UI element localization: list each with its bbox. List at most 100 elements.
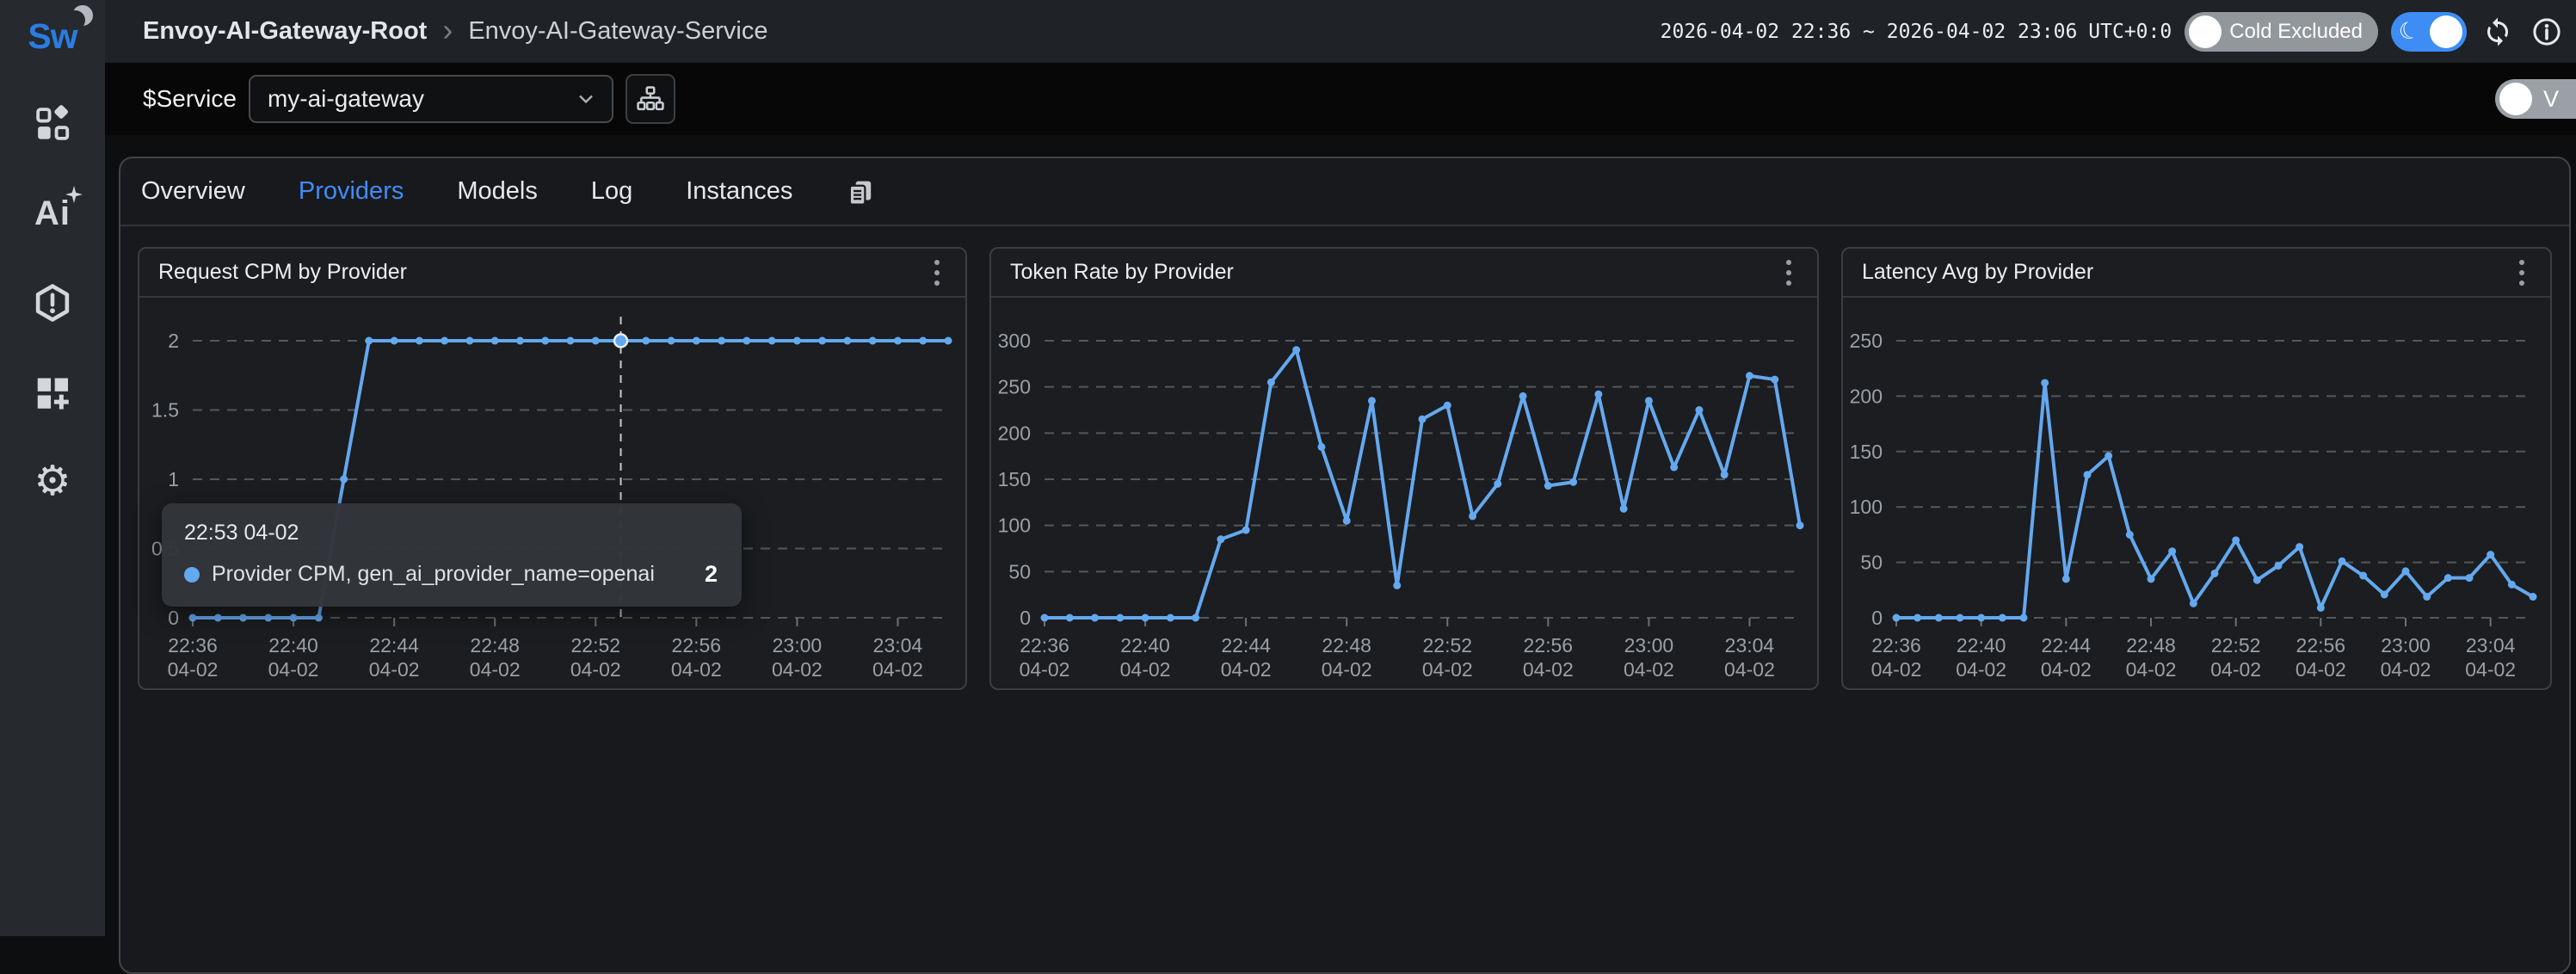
- tab-instances[interactable]: Instances: [686, 177, 792, 206]
- svg-text:50: 50: [1008, 560, 1031, 583]
- svg-text:22:56: 22:56: [672, 634, 722, 657]
- svg-text:22:56: 22:56: [1524, 634, 1574, 657]
- sidebar-item-settings[interactable]: ⚙: [0, 437, 105, 527]
- sidebar-item-integrations[interactable]: [0, 348, 105, 437]
- svg-text:04-02: 04-02: [772, 658, 823, 681]
- topbar: Envoy-AI-Gateway-Root › Envoy-AI-Gateway…: [105, 0, 2576, 63]
- panel-menu-button[interactable]: [927, 253, 946, 293]
- svg-text:1.5: 1.5: [151, 399, 179, 422]
- moon-icon: ☾: [2395, 17, 2422, 46]
- logo-crescent-icon: [72, 5, 93, 26]
- panel-token-rate: Token Rate by Provider 05010015020025030…: [989, 247, 1819, 690]
- info-button[interactable]: [2529, 14, 2565, 50]
- tab-log[interactable]: Log: [591, 177, 632, 206]
- svg-text:04-02: 04-02: [1871, 658, 1922, 681]
- service-select[interactable]: my-ai-gateway: [249, 75, 613, 123]
- dashboard-container: Overview Providers Models Log Instances …: [119, 157, 2571, 974]
- svg-text:200: 200: [1850, 385, 1883, 407]
- toggle-knob: [2189, 15, 2222, 48]
- svg-text:23:04: 23:04: [2466, 634, 2516, 657]
- refresh-icon: [2482, 16, 2513, 47]
- copy-dashboard-button[interactable]: [846, 178, 875, 207]
- cold-excluded-toggle[interactable]: Cold Excluded: [2185, 12, 2378, 52]
- svg-text:22:44: 22:44: [2042, 634, 2092, 657]
- refresh-button[interactable]: [2480, 14, 2516, 50]
- svg-text:04-02: 04-02: [1322, 658, 1372, 681]
- svg-text:22:36: 22:36: [1871, 634, 1921, 657]
- panel-header: Latency Avg by Provider: [1843, 249, 2550, 298]
- tab-bar: Overview Providers Models Log Instances: [120, 158, 2569, 226]
- svg-text:04-02: 04-02: [168, 658, 219, 681]
- service-topology-button[interactable]: [626, 74, 675, 124]
- panel-menu-button[interactable]: [1779, 253, 1798, 293]
- svg-text:23:04: 23:04: [1725, 634, 1775, 657]
- breadcrumb-current[interactable]: Envoy-AI-Gateway-Service: [468, 17, 767, 46]
- app-logo[interactable]: Sw: [28, 9, 77, 64]
- svg-text:04-02: 04-02: [872, 658, 923, 681]
- timezone-label[interactable]: UTC+0:0: [2088, 21, 2172, 43]
- svg-text:04-02: 04-02: [2210, 658, 2261, 681]
- svg-text:04-02: 04-02: [1956, 658, 2006, 681]
- svg-text:04-02: 04-02: [268, 658, 319, 681]
- svg-text:100: 100: [1850, 496, 1883, 518]
- token-rate-chart[interactable]: 05010015020025030022:3604-0222:4004-0222…: [991, 299, 1817, 683]
- breadcrumb-root[interactable]: Envoy-AI-Gateway-Root: [143, 17, 427, 46]
- svg-text:300: 300: [998, 330, 1031, 352]
- svg-text:04-02: 04-02: [1422, 658, 1473, 681]
- svg-text:22:56: 22:56: [2296, 634, 2346, 657]
- sidebar-item-alerts[interactable]: [0, 258, 105, 348]
- tooltip-value: 2: [686, 561, 718, 588]
- toggle-knob: [2430, 15, 2462, 48]
- integrations-icon: [33, 373, 72, 412]
- svg-text:150: 150: [998, 468, 1031, 490]
- ai-assistant-icon: Ai: [34, 194, 71, 233]
- svg-text:22:52: 22:52: [1422, 634, 1472, 657]
- panel-header: Request CPM by Provider: [139, 249, 965, 298]
- panel-latency-avg: Latency Avg by Provider 0501001502002502…: [1841, 247, 2552, 690]
- toggle-knob: [2499, 83, 2532, 115]
- request-cpm-chart[interactable]: 00.511.5222:3604-0222:4004-0222:4404-022…: [139, 299, 965, 683]
- value-display-toggle[interactable]: V: [2495, 79, 2576, 119]
- sidebar-nav: Ai ⚙: [0, 79, 105, 527]
- svg-text:04-02: 04-02: [570, 658, 621, 681]
- topbar-controls: 2026-04-02 22:36 ~ 2026-04-02 23:06 UTC+…: [1661, 12, 2576, 52]
- svg-text:22:40: 22:40: [1120, 634, 1170, 657]
- svg-text:22:44: 22:44: [1221, 634, 1271, 657]
- svg-text:23:00: 23:00: [1624, 634, 1674, 657]
- panels-row: Request CPM by Provider 00.511.5222:3604…: [120, 226, 2569, 711]
- topology-icon: [636, 84, 665, 114]
- sidebar-item-ai[interactable]: Ai: [0, 169, 105, 258]
- series-color-dot: [184, 567, 200, 583]
- tab-models[interactable]: Models: [457, 177, 538, 206]
- documents-icon: [846, 178, 875, 207]
- value-toggle-label: V: [2543, 86, 2559, 113]
- sidebar-item-dashboards[interactable]: [0, 79, 105, 169]
- svg-text:22:44: 22:44: [369, 634, 419, 657]
- breadcrumb-separator-icon: ›: [442, 12, 453, 48]
- svg-text:22:40: 22:40: [1957, 634, 2006, 657]
- alerts-icon: [33, 283, 72, 323]
- svg-text:04-02: 04-02: [369, 658, 420, 681]
- panel-menu-button[interactable]: [2512, 253, 2531, 293]
- svg-text:04-02: 04-02: [1724, 658, 1775, 681]
- tab-overview[interactable]: Overview: [141, 177, 245, 206]
- filter-bar: $Service my-ai-gateway V: [105, 63, 2576, 135]
- svg-text:04-02: 04-02: [2465, 658, 2516, 681]
- tooltip-series-label: Provider CPM, gen_ai_provider_name=opena…: [212, 562, 655, 587]
- panel-request-cpm: Request CPM by Provider 00.511.5222:3604…: [138, 247, 967, 690]
- svg-text:200: 200: [998, 422, 1031, 444]
- svg-text:23:00: 23:00: [2381, 634, 2431, 657]
- settings-gear-icon: ⚙: [34, 461, 71, 502]
- service-variable-label: $Service: [143, 85, 237, 113]
- svg-text:04-02: 04-02: [1523, 658, 1574, 681]
- dark-mode-toggle[interactable]: ☾: [2391, 12, 2467, 52]
- tab-providers[interactable]: Providers: [299, 177, 404, 206]
- svg-text:2: 2: [168, 330, 179, 352]
- svg-text:04-02: 04-02: [671, 658, 722, 681]
- service-select-value: my-ai-gateway: [268, 85, 424, 113]
- info-icon: [2531, 16, 2562, 47]
- latency-avg-chart[interactable]: 05010015020025022:3604-0222:4004-0222:44…: [1843, 299, 2550, 683]
- dashboards-icon: [33, 104, 72, 144]
- time-range-picker[interactable]: 2026-04-02 22:36 ~ 2026-04-02 23:06: [1661, 21, 2078, 43]
- svg-text:04-02: 04-02: [470, 658, 521, 681]
